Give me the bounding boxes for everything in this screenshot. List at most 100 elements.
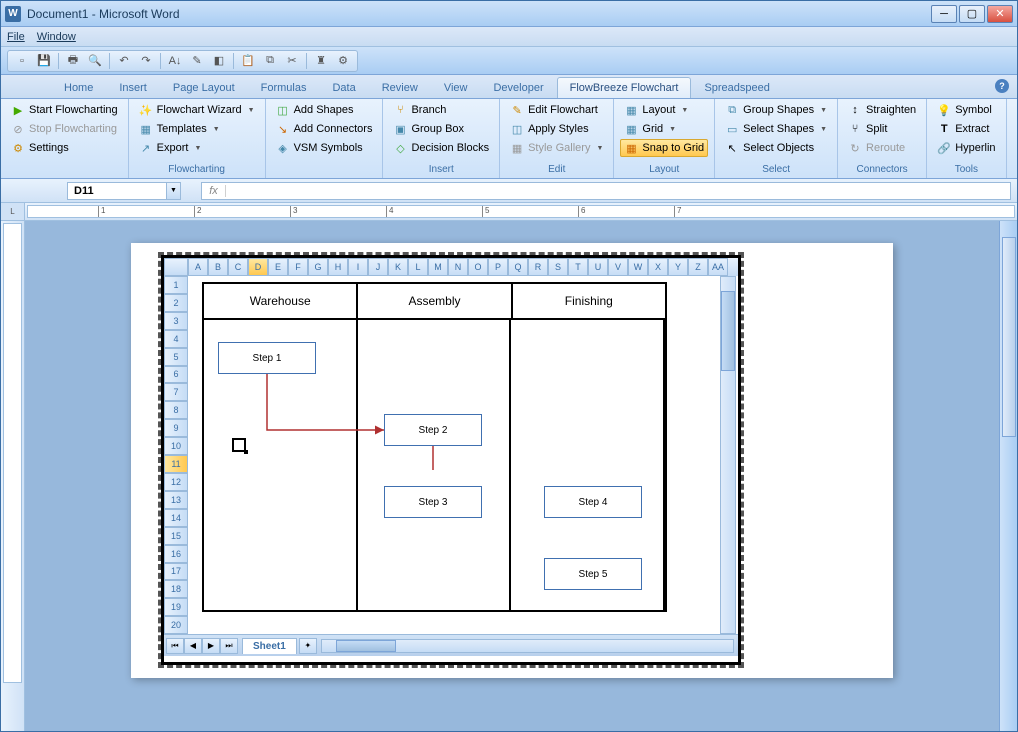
row-7[interactable]: 7 xyxy=(164,383,188,401)
tab-pagelayout[interactable]: Page Layout xyxy=(160,77,248,98)
preview-icon[interactable]: 🔍 xyxy=(87,53,103,69)
embedded-spreadsheet[interactable]: ABCDEFGHIJKLMNOPQRSTUVWXYZAA 12345678910… xyxy=(161,255,741,665)
step3-box[interactable]: Step 3 xyxy=(384,486,482,518)
row-11[interactable]: 11 xyxy=(164,455,188,473)
sheet-nav-last[interactable]: ⏭ xyxy=(220,638,238,654)
menu-window[interactable]: Window xyxy=(37,31,76,43)
close-button[interactable]: ✕ xyxy=(987,5,1013,23)
col-L[interactable]: L xyxy=(408,258,428,276)
style-gallery-button[interactable]: ▦Style Gallery▼ xyxy=(506,139,607,157)
col-T[interactable]: T xyxy=(568,258,588,276)
flowchart-wizard-button[interactable]: ✨Flowchart Wizard▼ xyxy=(135,101,259,119)
col-Q[interactable]: Q xyxy=(508,258,528,276)
row-3[interactable]: 3 xyxy=(164,312,188,330)
row-4[interactable]: 4 xyxy=(164,330,188,348)
tab-review[interactable]: Review xyxy=(369,77,431,98)
minimize-button[interactable]: ─ xyxy=(931,5,957,23)
col-AA[interactable]: AA xyxy=(708,258,728,276)
row-16[interactable]: 16 xyxy=(164,545,188,563)
row-14[interactable]: 14 xyxy=(164,509,188,527)
select-objects-button[interactable]: ↖Select Objects xyxy=(721,139,831,157)
row-20[interactable]: 20 xyxy=(164,616,188,634)
sheet-nav-next[interactable]: ▶ xyxy=(202,638,220,654)
row-9[interactable]: 9 xyxy=(164,419,188,437)
sheet-nav-prev[interactable]: ◀ xyxy=(184,638,202,654)
row-19[interactable]: 19 xyxy=(164,598,188,616)
add-connectors-button[interactable]: ↘Add Connectors xyxy=(272,120,377,138)
col-Y[interactable]: Y xyxy=(668,258,688,276)
reroute-button[interactable]: ↻Reroute xyxy=(844,139,920,157)
row-18[interactable]: 18 xyxy=(164,580,188,598)
paste-icon[interactable]: 📋 xyxy=(240,53,256,69)
clear-icon[interactable]: ✎ xyxy=(189,53,205,69)
step4-box[interactable]: Step 4 xyxy=(544,486,642,518)
select-shapes-button[interactable]: ▭Select Shapes▼ xyxy=(721,120,831,138)
row-15[interactable]: 15 xyxy=(164,527,188,545)
undo-icon[interactable]: ↶ xyxy=(116,53,132,69)
col-P[interactable]: P xyxy=(488,258,508,276)
templates-button[interactable]: ▦Templates▼ xyxy=(135,120,259,138)
split-button[interactable]: ⑂Split xyxy=(844,120,920,138)
org-icon[interactable]: ♜ xyxy=(313,53,329,69)
step5-box[interactable]: Step 5 xyxy=(544,558,642,590)
col-U[interactable]: U xyxy=(588,258,608,276)
copy-icon[interactable]: ⧉ xyxy=(262,53,278,69)
tab-home[interactable]: Home xyxy=(51,77,106,98)
symbol-button[interactable]: 💡Symbol xyxy=(933,101,999,119)
sheet-tab[interactable]: Sheet1 xyxy=(242,638,297,654)
group-box-button[interactable]: ▣Group Box xyxy=(389,120,493,138)
redo-icon[interactable]: ↷ xyxy=(138,53,154,69)
cell-ref-dropdown[interactable]: ▼ xyxy=(167,182,181,200)
settings-button[interactable]: ⚙Settings xyxy=(7,139,122,157)
tab-developer[interactable]: Developer xyxy=(480,77,556,98)
print-icon[interactable]: 🖶 xyxy=(65,53,81,69)
tab-flowbreeze[interactable]: FlowBreeze Flowchart xyxy=(557,77,692,98)
tab-data[interactable]: Data xyxy=(319,77,368,98)
col-B[interactable]: B xyxy=(208,258,228,276)
cell-reference[interactable]: D11 xyxy=(67,182,167,200)
layout-button[interactable]: ▦Layout▼ xyxy=(620,101,708,119)
add-shapes-button[interactable]: ◫Add Shapes xyxy=(272,101,377,119)
new-icon[interactable]: ▫ xyxy=(14,53,30,69)
row-1[interactable]: 1 xyxy=(164,276,188,294)
step2-box[interactable]: Step 2 xyxy=(384,414,482,446)
grid-area[interactable]: Warehouse Assembly Finishing Step 1 Step… xyxy=(188,276,738,634)
embed-hscrollbar[interactable] xyxy=(321,639,734,653)
tab-formulas[interactable]: Formulas xyxy=(248,77,320,98)
new-sheet-button[interactable]: ✦ xyxy=(299,638,317,654)
row-17[interactable]: 17 xyxy=(164,563,188,581)
maximize-button[interactable]: ▢ xyxy=(959,5,985,23)
col-J[interactable]: J xyxy=(368,258,388,276)
row-12[interactable]: 12 xyxy=(164,473,188,491)
branch-button[interactable]: ⑂Branch xyxy=(389,101,493,119)
col-N[interactable]: N xyxy=(448,258,468,276)
embed-vscrollbar[interactable] xyxy=(720,276,736,634)
sheet-nav-first[interactable]: ⏮ xyxy=(166,638,184,654)
grid-button[interactable]: ▦Grid▼ xyxy=(620,120,708,138)
col-R[interactable]: R xyxy=(528,258,548,276)
row-2[interactable]: 2 xyxy=(164,294,188,312)
col-G[interactable]: G xyxy=(308,258,328,276)
col-C[interactable]: C xyxy=(228,258,248,276)
col-E[interactable]: E xyxy=(268,258,288,276)
decision-blocks-button[interactable]: ◇Decision Blocks xyxy=(389,139,493,157)
format-icon[interactable]: ◧ xyxy=(211,53,227,69)
group-shapes-button[interactable]: ⧉Group Shapes▼ xyxy=(721,101,831,119)
col-W[interactable]: W xyxy=(628,258,648,276)
tab-spreadspeed[interactable]: Spreadspeed xyxy=(691,77,782,98)
formula-input[interactable]: fx xyxy=(201,182,1011,200)
stop-flowcharting-button[interactable]: ⊘Stop Flowcharting xyxy=(7,120,122,138)
row-13[interactable]: 13 xyxy=(164,491,188,509)
col-K[interactable]: K xyxy=(388,258,408,276)
extract-button[interactable]: TExtract xyxy=(933,120,999,138)
col-M[interactable]: M xyxy=(428,258,448,276)
col-F[interactable]: F xyxy=(288,258,308,276)
save-icon[interactable]: 💾 xyxy=(36,53,52,69)
help-icon[interactable]: ? xyxy=(995,79,1009,93)
col-A[interactable]: A xyxy=(188,258,208,276)
cut-icon[interactable]: ✂ xyxy=(284,53,300,69)
row-10[interactable]: 10 xyxy=(164,437,188,455)
gear-icon[interactable]: ⚙ xyxy=(335,53,351,69)
snap-to-grid-button[interactable]: ▦Snap to Grid xyxy=(620,139,708,157)
start-flowcharting-button[interactable]: ▶Start Flowcharting xyxy=(7,101,122,119)
